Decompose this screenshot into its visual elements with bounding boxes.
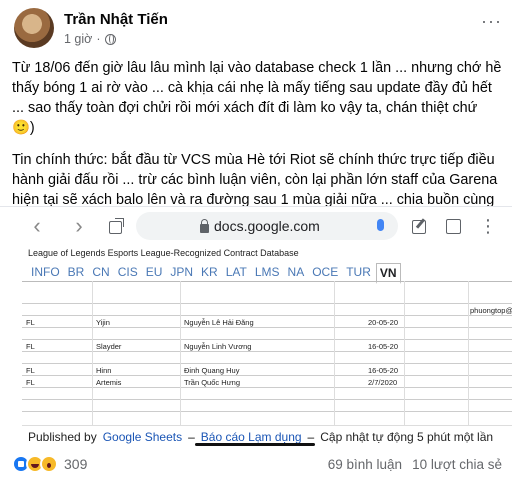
column-divider [92,281,93,425]
mic-icon [377,219,384,231]
column-divider [468,281,469,425]
cell-name: Slayder [96,342,122,351]
published-by-label: Published by [28,429,97,444]
cell-pos: FL [26,318,35,327]
cell-date: 2/7/2020 [368,378,398,387]
table-row: phuongtop@tear [22,304,512,316]
back-arrow-icon: ‹ [33,213,41,238]
globe-icon [104,33,116,45]
column-divider [334,281,335,425]
column-divider [404,281,405,425]
separator: – [307,429,315,444]
table-row: FL Artemis Trần Quốc Hưng 2/7/2020 [22,376,512,388]
edit-icon [412,218,428,234]
table-row [22,328,512,340]
email-cell: phuongtop@tear [470,306,512,315]
more-options-button[interactable]: ··· [481,12,502,30]
reaction-count[interactable]: 309 [64,456,87,472]
kebab-menu-icon: ⋮ [479,216,497,236]
post-meta: 1 giờ · [64,32,116,46]
sheet-title: League of Legends Esports League-Recogni… [28,248,299,258]
cell-pos: FL [26,366,35,375]
table-row: FL Hinn Đinh Quang Huy 16-05-20 [22,364,512,376]
toolbar-actions: ⋮ [412,217,497,235]
google-sheets-link: Google Sheets [102,429,183,444]
report-abuse-link: Báo cáo Lạm dụng [200,429,302,444]
post-paragraph: Từ 18/06 đến giờ lâu lâu mình lại vào da… [12,60,506,136]
url-text: docs.google.com [214,218,320,234]
cell-date: 16-05-20 [368,366,399,375]
separator: – [188,429,195,444]
column-divider [180,281,181,425]
sheet-grid: phuongtop@tear FL Yijin Nguyễn Lê Hải Đă… [22,281,512,425]
shares-count[interactable]: 10 lượt chia sẻ [412,457,502,472]
author-name[interactable]: Trần Nhật Tiến [64,11,168,28]
scroll-indicator [195,443,315,446]
cell-real-name: Nguyễn Linh Vương [184,342,252,351]
wow-reaction-icon[interactable] [40,455,58,473]
cell-date: 16-05-20 [368,342,399,351]
tabs-icon [446,218,461,234]
table-row: FL Slayder Nguyễn Linh Vương 16-05-20 [22,340,512,352]
cell-real-name: Trần Quốc Hưng [184,378,241,387]
auto-update-label: Cập nhật tự động 5 phút một lần [320,429,494,444]
post-header: Trần Nhật Tiến 1 giờ · ··· [14,8,504,50]
table-row [22,352,512,364]
post-stats: 69 bình luận 10 lượt chia sẻ [328,457,502,472]
cell-pos: FL [26,342,35,351]
lock-icon [200,218,209,233]
cell-name: Artemis [96,378,122,387]
browser-toolbar: ‹ › docs.google.com ⋮ [0,207,512,245]
avatar[interactable] [14,8,54,48]
table-row: FL Yijin Nguyễn Lê Hải Đăng 20-05-20 [22,316,512,328]
spreadsheet: League of Legends Esports League-Recogni… [22,245,512,425]
cell-name: Yijin [96,318,110,327]
table-row [22,388,512,400]
cell-real-name: Đinh Quang Huy [184,366,240,375]
comments-count[interactable]: 69 bình luận [328,457,402,472]
table-row [22,400,512,412]
post-image[interactable]: ‹ › docs.google.com ⋮ League of Legends … [0,206,512,446]
cell-date: 20-05-20 [368,318,399,327]
forward-arrow-icon: › [75,213,83,238]
post-time[interactable]: 1 giờ [64,32,92,46]
open-external-icon [108,218,124,234]
cell-name: Hinn [96,366,112,375]
reactions-bar: 309 69 bình luận 10 lượt chia sẻ [12,452,502,476]
table-row [22,292,512,304]
url-bar: docs.google.com [136,212,398,240]
cell-pos: FL [26,378,35,387]
cell-real-name: Nguyễn Lê Hải Đăng [184,318,254,327]
